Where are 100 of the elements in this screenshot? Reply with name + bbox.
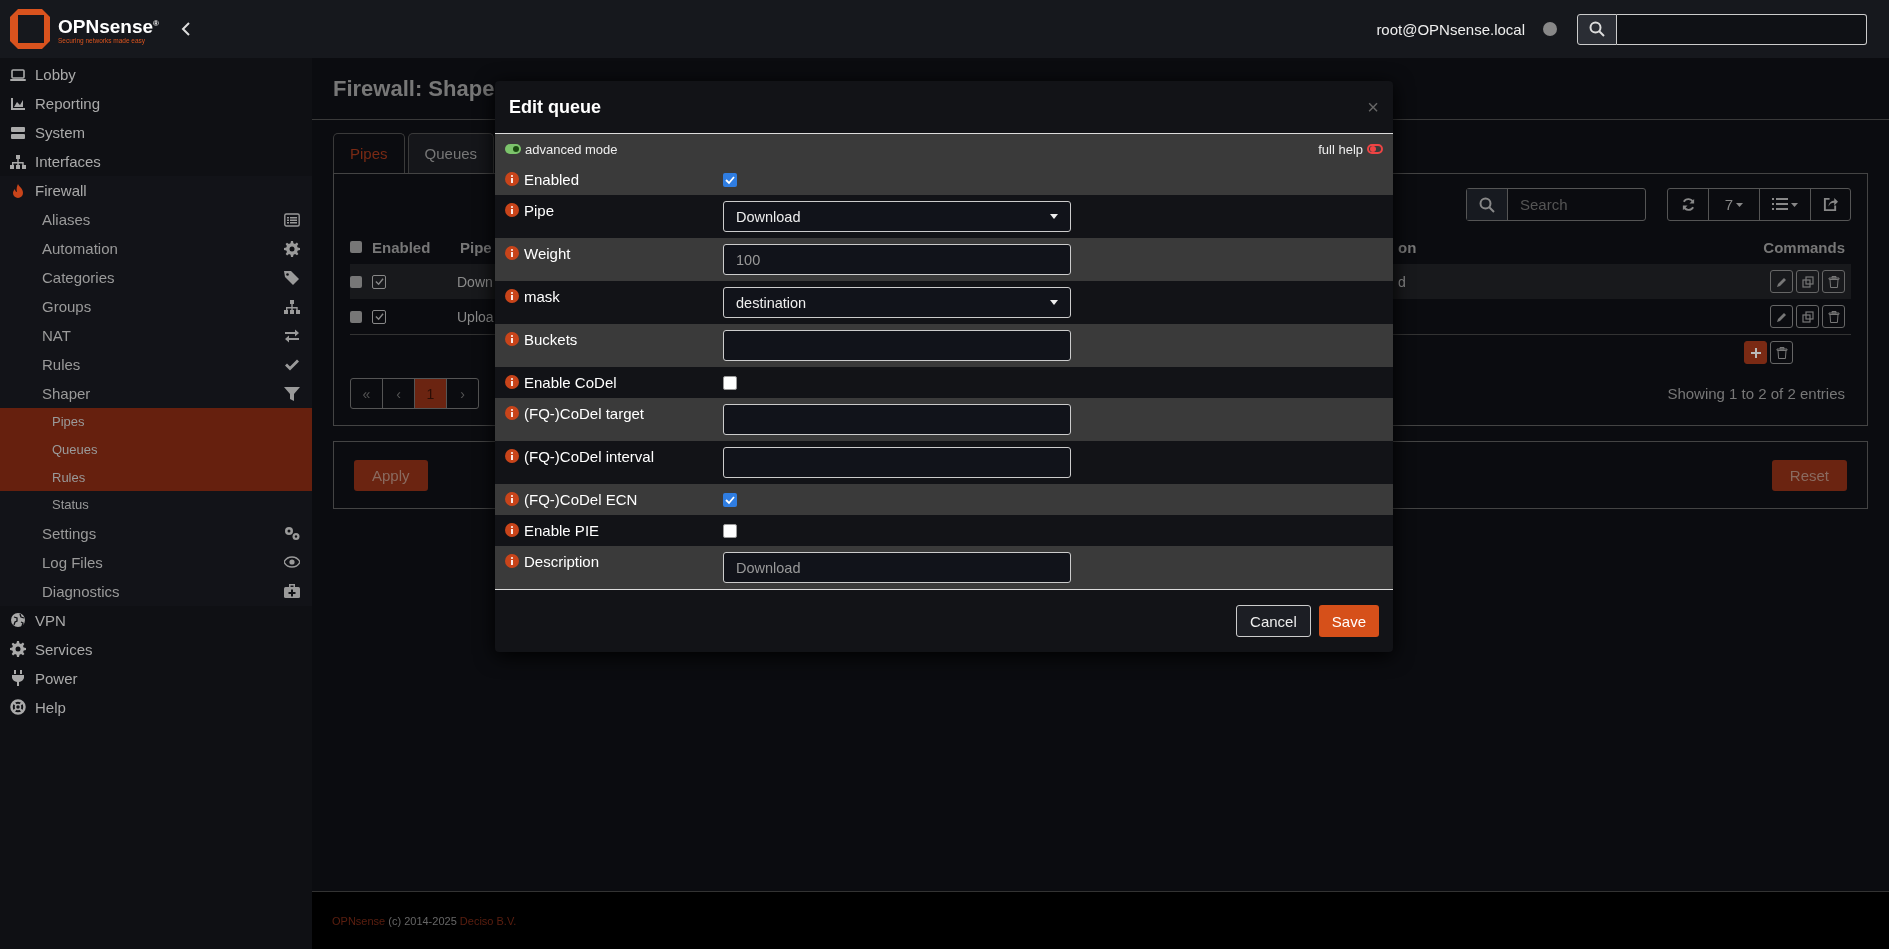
copyright-text: OPNsense (c) 2014-2025 Deciso B.V. (332, 914, 517, 927)
network-icon (284, 298, 300, 315)
sidebar-item[interactable]: Lobby (0, 60, 312, 89)
info-icon[interactable] (505, 246, 519, 260)
checkbox[interactable] (723, 493, 737, 507)
sidebar-item[interactable]: Diagnostics (0, 576, 312, 606)
enabled-checkbox[interactable] (372, 309, 386, 324)
input-field[interactable]: Download (723, 552, 1071, 583)
brand-name: OPNsense$^{®}$ (58, 15, 159, 38)
pencil-icon (1775, 310, 1788, 323)
caret-icon (1050, 214, 1058, 219)
save-button[interactable]: Save (1318, 605, 1379, 637)
info-icon[interactable] (505, 406, 519, 420)
search-icon (1589, 21, 1605, 37)
field-label: Weight (524, 245, 571, 262)
row-checkbox[interactable] (350, 310, 362, 323)
sidebar-item[interactable]: Help (0, 692, 312, 722)
info-icon[interactable] (505, 449, 519, 463)
toggle-label: full help (1318, 141, 1363, 157)
sidebar-item[interactable]: VPN (0, 605, 312, 635)
delete-button[interactable] (1770, 341, 1793, 364)
plug-icon (10, 670, 26, 687)
chevron-left-icon[interactable] (180, 21, 191, 37)
search-button[interactable] (1577, 13, 1617, 45)
info-icon[interactable] (505, 554, 519, 568)
select-field[interactable]: Download (723, 201, 1071, 232)
column-header[interactable]: Enabled (372, 238, 460, 256)
sidebar-subitem[interactable]: Queues (0, 435, 312, 464)
info-icon[interactable] (505, 289, 519, 303)
network-icon (10, 153, 26, 170)
search-field[interactable] (1617, 13, 1867, 45)
trash-icon (1827, 310, 1840, 323)
sidebar-item[interactable]: Log Files (0, 547, 312, 577)
sidebar-item[interactable]: Services (0, 634, 312, 664)
edit-button[interactable] (1770, 305, 1793, 328)
info-icon[interactable] (505, 172, 519, 186)
sidebar-subitem[interactable]: Pipes (0, 408, 312, 436)
sidebar-item[interactable]: Rules (0, 350, 312, 379)
input-field[interactable]: 100 (723, 244, 1071, 275)
row-checkbox[interactable] (350, 275, 362, 288)
field-label: Enable CoDel (524, 374, 617, 391)
select-field[interactable]: destination (723, 287, 1071, 318)
tab[interactable]: Queues (407, 133, 495, 173)
input-field[interactable] (723, 447, 1071, 478)
checkbox[interactable] (723, 524, 737, 538)
toggle-switch[interactable] (1367, 144, 1383, 154)
sidebar-item[interactable]: Reporting (0, 89, 312, 118)
gear-icon (10, 641, 26, 658)
add-button[interactable] (1744, 341, 1767, 364)
checkbox[interactable] (723, 173, 737, 187)
entries-info: Showing 1 to 2 of 2 entries (1667, 385, 1846, 402)
caret-icon (1736, 202, 1744, 207)
sidebar-item[interactable]: Shaper (0, 379, 312, 408)
sidebar-item[interactable]: Power (0, 663, 312, 693)
sidebar-item[interactable]: Settings (0, 518, 312, 548)
delete-button[interactable] (1822, 270, 1845, 293)
logo-icon (10, 9, 50, 49)
select-all-checkbox[interactable] (350, 241, 362, 253)
info-icon[interactable] (505, 203, 519, 217)
sidebar-item[interactable]: Categories (0, 263, 312, 292)
copy-icon (1801, 275, 1814, 288)
input-field[interactable] (723, 404, 1071, 435)
info-icon[interactable] (505, 332, 519, 346)
toggle-label: advanced mode (525, 141, 618, 157)
info-icon[interactable] (505, 375, 519, 389)
sidebar-subitem[interactable]: Rules (0, 463, 312, 492)
eye-icon (284, 554, 300, 571)
enabled-checkbox[interactable] (372, 274, 386, 289)
list-icon (1772, 198, 1788, 211)
medkit-icon (284, 583, 300, 600)
refresh-icon (1680, 197, 1696, 212)
column-header[interactable]: Commands (1763, 238, 1851, 256)
copy-button[interactable] (1796, 270, 1819, 293)
trash-icon (1827, 275, 1840, 288)
sidebar-item[interactable]: Aliases (0, 205, 312, 234)
delete-button[interactable] (1822, 305, 1845, 328)
toggle-switch[interactable] (505, 144, 521, 154)
checkbox[interactable] (723, 376, 737, 390)
info-icon[interactable] (505, 492, 519, 506)
cancel-button[interactable]: Cancel (1236, 605, 1311, 637)
input-field[interactable] (723, 330, 1071, 361)
table-cell-text: d (1398, 273, 1407, 290)
user-name[interactable]: root@OPNsense.local (1376, 20, 1525, 38)
sidebar-item[interactable]: Interfaces (0, 147, 312, 176)
sidebar-item[interactable]: Automation (0, 234, 312, 263)
info-icon[interactable] (505, 523, 519, 537)
field-label: (FQ-)CoDel ECN (524, 491, 638, 508)
sidebar-item[interactable]: System (0, 118, 312, 147)
copy-button[interactable] (1796, 305, 1819, 328)
sidebar-item[interactable]: Groups (0, 292, 312, 321)
field-label: (FQ-)CoDel target (524, 405, 645, 422)
field-label: Enabled (524, 171, 580, 188)
table-cell-text: Uploa (457, 308, 495, 325)
column-header[interactable]: on (1398, 238, 1764, 256)
edit-button[interactable] (1770, 270, 1793, 293)
sidebar-item[interactable]: Firewall (0, 176, 312, 205)
sidebar-subitem[interactable]: Status (0, 491, 312, 519)
sidebar-item[interactable]: NAT (0, 321, 312, 350)
page-title: Firewall: Shape (333, 75, 495, 102)
lifebuoy-icon (10, 699, 26, 716)
